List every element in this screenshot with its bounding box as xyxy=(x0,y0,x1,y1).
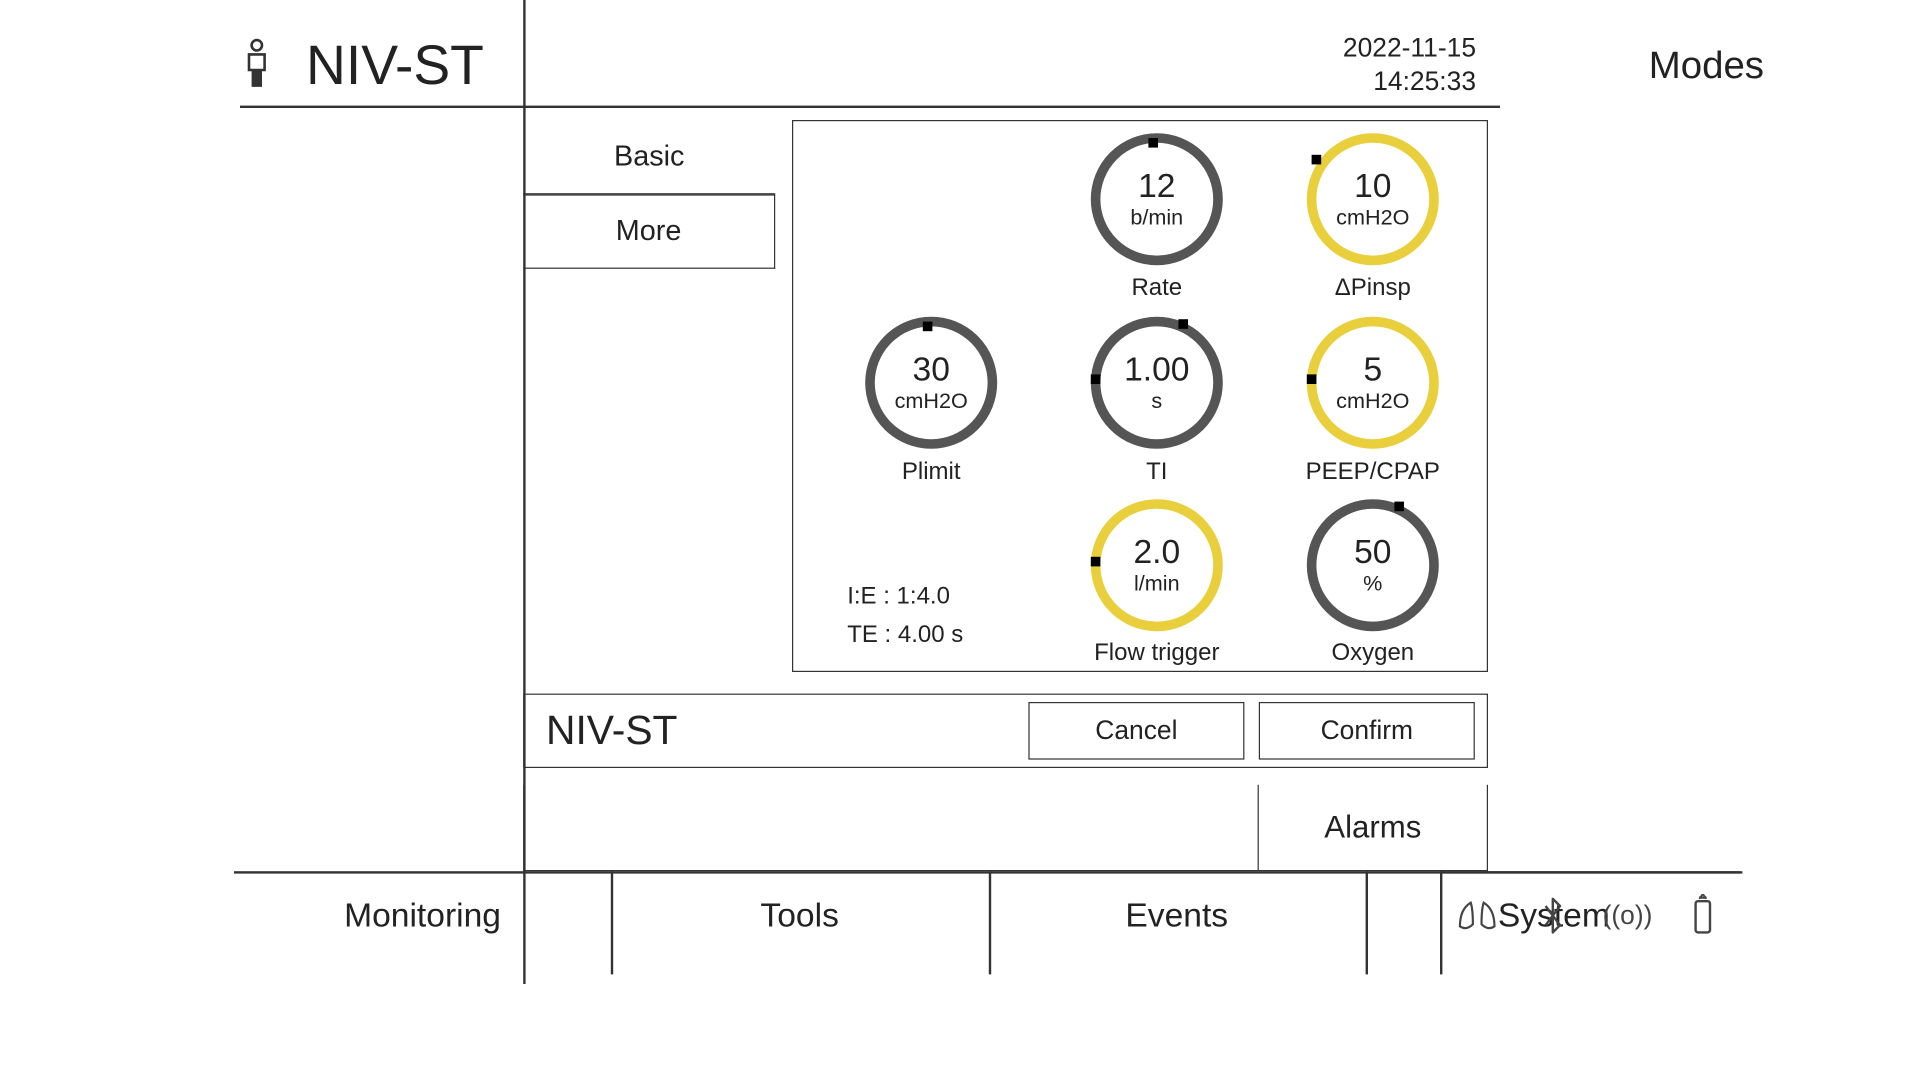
modes-button[interactable]: Modes xyxy=(1649,43,1764,87)
datetime: 2022-11-15 14:25:33 xyxy=(1343,31,1476,97)
dial-plimit[interactable]: 30 cmH2O xyxy=(865,317,997,449)
dial-ti-label: TI xyxy=(1067,458,1247,486)
mode-title: NIV-ST xyxy=(306,32,484,97)
tab-basic[interactable]: Basic xyxy=(523,120,775,194)
status-icons: ((o)) xyxy=(1440,871,1740,957)
header: NIV-ST 2022-11-15 14:25:33 Modes xyxy=(234,17,1920,113)
readout-ie: I:E : 1:4.0 xyxy=(847,577,963,615)
dial-rate-value: 12 xyxy=(1138,169,1175,203)
tab-events[interactable]: Events xyxy=(988,874,1365,958)
dial-dpinsp-value: 10 xyxy=(1354,169,1391,203)
dial-flow-label: Flow trigger xyxy=(1067,640,1247,668)
dial-oxygen-unit: % xyxy=(1363,571,1382,596)
settings-panel: 12 b/min Rate 10 cmH2O ΔPinsp 30 cmH2O P… xyxy=(792,120,1488,672)
dial-oxygen[interactable]: 50 % xyxy=(1307,499,1439,631)
readout-te: TE : 4.00 s xyxy=(847,616,963,654)
cancel-button[interactable]: Cancel xyxy=(1028,702,1244,760)
bluetooth-icon[interactable] xyxy=(1531,894,1574,937)
dial-rate[interactable]: 12 b/min xyxy=(1091,133,1223,265)
dial-oxygen-value: 50 xyxy=(1354,535,1391,569)
dial-ti[interactable]: 1.00 s xyxy=(1091,317,1223,449)
tab-more[interactable]: More xyxy=(523,194,775,268)
dial-peep-unit: cmH2O xyxy=(1336,388,1409,413)
dial-flow-trigger[interactable]: 2.0 l/min xyxy=(1091,499,1223,631)
alarms-button[interactable]: Alarms xyxy=(1259,785,1487,870)
dial-ti-value: 1.00 xyxy=(1124,352,1189,386)
dial-tick xyxy=(1148,138,1158,148)
tab-tools[interactable]: Tools xyxy=(611,874,988,958)
dial-peep-value: 5 xyxy=(1363,352,1382,386)
dial-tick xyxy=(1312,155,1322,165)
dial-oxygen-label: Oxygen xyxy=(1283,640,1463,668)
dial-tick xyxy=(1394,502,1404,512)
dial-dpinsp[interactable]: 10 cmH2O xyxy=(1307,133,1439,265)
mode-bar: NIV-ST Cancel Confirm xyxy=(523,694,1488,768)
mode-bar-title: NIV-ST xyxy=(546,707,677,754)
lungs-icon[interactable] xyxy=(1456,894,1499,937)
dial-plimit-unit: cmH2O xyxy=(895,388,968,413)
header-divider xyxy=(240,106,1500,108)
dial-tick xyxy=(1178,319,1188,329)
dial-tick xyxy=(1091,374,1101,384)
dial-plimit-label: Plimit xyxy=(841,458,1021,486)
dial-plimit-value: 30 xyxy=(913,352,950,386)
dial-flow-value: 2.0 xyxy=(1133,535,1180,569)
tab-monitoring[interactable]: Monitoring xyxy=(234,874,611,958)
dial-rate-unit: b/min xyxy=(1130,205,1183,230)
dial-tick xyxy=(1307,374,1317,384)
alarms-row: Alarms xyxy=(523,785,1488,871)
battery-icon[interactable] xyxy=(1681,894,1724,937)
dial-tick xyxy=(1091,557,1101,567)
dial-rate-label: Rate xyxy=(1067,275,1247,303)
dial-peep-label: PEEP/CPAP xyxy=(1283,458,1463,486)
alarms-spacer xyxy=(524,785,1258,870)
dial-ti-unit: s xyxy=(1151,388,1162,413)
derived-readouts: I:E : 1:4.0 TE : 4.00 s xyxy=(847,577,963,654)
dial-tick xyxy=(923,322,933,332)
confirm-button[interactable]: Confirm xyxy=(1259,702,1475,760)
dial-dpinsp-unit: cmH2O xyxy=(1336,205,1409,230)
date: 2022-11-15 xyxy=(1343,31,1476,64)
side-tabs: Basic More xyxy=(523,120,775,269)
time: 14:25:33 xyxy=(1343,64,1476,97)
patient-icon[interactable] xyxy=(234,34,280,96)
dial-dpinsp-label: ΔPinsp xyxy=(1283,275,1463,303)
dial-flow-unit: l/min xyxy=(1134,571,1180,596)
dial-peep[interactable]: 5 cmH2O xyxy=(1307,317,1439,449)
wireless-icon[interactable]: ((o)) xyxy=(1606,894,1649,937)
